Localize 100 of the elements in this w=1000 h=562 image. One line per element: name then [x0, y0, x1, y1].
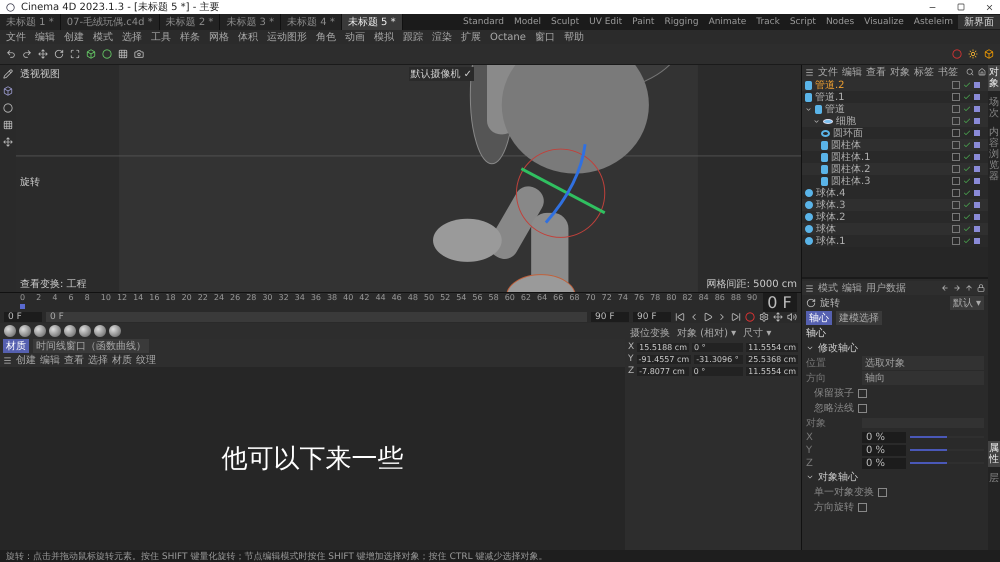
menu-item[interactable]: 编辑 [35, 30, 55, 44]
object-name[interactable]: 球体.2 [816, 210, 949, 224]
object-name[interactable]: 球体.1 [816, 234, 949, 248]
menu-item[interactable]: 查看 [64, 353, 84, 367]
group-title[interactable]: 对象轴心 [818, 470, 858, 484]
menu-item[interactable]: 样条 [180, 30, 200, 44]
value-field[interactable]: 0 % [862, 444, 906, 456]
rotation-field[interactable]: 0 ° [692, 366, 744, 376]
document-tab[interactable]: 未标题 3 * [220, 14, 282, 30]
rotation-field[interactable]: -31.3096 ° [694, 354, 744, 364]
menu-item[interactable]: 编辑 [40, 353, 60, 367]
menu-item[interactable]: 帮助 [564, 30, 584, 44]
menu-item[interactable]: 选择 [88, 353, 108, 367]
side-tab[interactable]: 对象 [988, 65, 1000, 91]
menu-item[interactable]: 渲染 [432, 30, 452, 44]
preset-dropdown[interactable]: 默认 ▾ [950, 296, 984, 310]
menu-item[interactable]: 对象 [890, 65, 910, 79]
menu-item[interactable]: 选择 [122, 30, 142, 44]
field-label: 方向旋转 [814, 500, 854, 514]
start-frame-field[interactable]: 0 F [4, 312, 42, 322]
coordinate-mode-dropdown[interactable]: 尺寸 ▾ [741, 326, 774, 340]
object-name[interactable]: 圆环面 [833, 126, 949, 140]
menu-item[interactable]: 标签 [914, 65, 934, 79]
menu-item[interactable]: 材质 [112, 353, 132, 367]
document-tab[interactable]: 07-毛绒玩偶.c4d * [60, 14, 160, 30]
menu-item[interactable]: 运动图形 [267, 30, 307, 44]
value-field[interactable]: 0 % [862, 458, 906, 468]
group-title[interactable]: 修改轴心 [818, 341, 858, 355]
layout-tab[interactable]: Rigging [659, 17, 704, 27]
layout-tab[interactable]: Visualize [859, 17, 909, 27]
frame-number: 6 [68, 293, 75, 302]
value-field[interactable]: 0 % [862, 432, 906, 442]
size-field[interactable]: 11.5554 cm [746, 366, 798, 376]
menu-item[interactable]: 查看 [866, 65, 886, 79]
axis-label: X [628, 342, 634, 352]
layout-tab[interactable]: Animate [704, 17, 752, 27]
panel-tab[interactable]: 时间线窗口（函数曲线） [33, 339, 149, 353]
coordinate-mode-dropdown[interactable]: 对象 (相对) ▾ [675, 326, 738, 340]
side-tab[interactable]: 场次 [988, 95, 1000, 121]
menu-item[interactable]: 创建 [16, 353, 36, 367]
object-name[interactable]: 管道.1 [815, 90, 949, 104]
menu-item[interactable]: 创建 [64, 30, 84, 44]
dropdown-field[interactable]: 轴向 [862, 371, 984, 385]
camera-label[interactable]: 默认摄像机 ✓ [408, 67, 474, 81]
menu-item[interactable]: 体积 [238, 30, 258, 44]
document-tab[interactable]: 未标题 4 * [281, 14, 342, 30]
layout-tab[interactable]: Model [508, 17, 546, 27]
size-field[interactable]: 25.5368 cm [746, 354, 798, 364]
layout-tab[interactable]: UV Edit [584, 17, 628, 27]
document-tab[interactable]: 未标题 2 * [160, 14, 220, 30]
menu-item[interactable]: 编辑 [842, 281, 862, 295]
size-field[interactable]: 11.5554 cm [746, 342, 798, 352]
end-frame-field[interactable]: 90 F [633, 312, 671, 322]
menu-item[interactable]: 动画 [345, 30, 365, 44]
layout-tab[interactable]: Asteleim [908, 17, 958, 27]
menu-item[interactable]: 网格 [209, 30, 229, 44]
menu-item[interactable]: 模拟 [374, 30, 394, 44]
menu-item[interactable]: 模式 [93, 30, 113, 44]
range-bar[interactable]: 0 F [46, 312, 587, 322]
object-name[interactable]: 圆柱体.1 [831, 150, 949, 164]
object-name[interactable]: 球体.4 [816, 186, 949, 200]
layout-tab[interactable]: Nodes [820, 17, 860, 27]
menu-item[interactable]: 文件 [6, 30, 26, 44]
position-field[interactable]: -7.8077 cm [637, 366, 689, 376]
object-name[interactable]: 圆柱体.3 [831, 174, 949, 188]
menu-item[interactable]: 文件 [818, 65, 838, 79]
rotation-field[interactable]: 0 ° [692, 342, 744, 352]
menu-item[interactable]: 用户数据 [866, 281, 906, 295]
layout-tab[interactable]: Standard [458, 17, 509, 27]
document-tab[interactable]: 未标题 5 * [342, 14, 403, 30]
attribute-tab[interactable]: 建模选择 [836, 311, 882, 325]
dropdown-field[interactable]: 选取对象 [862, 356, 984, 370]
attribute-tab[interactable]: 轴心 [806, 311, 832, 325]
menu-item[interactable]: 角色 [316, 30, 336, 44]
range-end-field[interactable]: 90 F [591, 312, 629, 322]
menu-item[interactable]: 窗口 [534, 30, 555, 44]
position-field[interactable]: -91.4557 cm [636, 354, 692, 364]
coordinate-mode-dropdown[interactable]: 摄位变换 [628, 326, 672, 340]
side-tab[interactable]: 属性 [988, 441, 1000, 467]
frame-number: 74 [618, 293, 629, 302]
position-field[interactable]: 15.5188 cm [637, 342, 689, 352]
current-frame-field[interactable]: 0 F [763, 293, 798, 312]
menu-item[interactable]: 书签 [938, 65, 958, 79]
side-tab[interactable]: 内容浏览器 [988, 125, 1000, 184]
menu-item[interactable]: 纹理 [136, 353, 156, 367]
menu-item[interactable]: Octane [490, 32, 526, 42]
new-layout-button[interactable]: 新界面 [958, 15, 1000, 29]
panel-tab[interactable]: 材质 [3, 339, 29, 353]
layout-tab[interactable]: Script [784, 17, 821, 27]
field-label: 保留孩子 [814, 386, 854, 400]
menu-item[interactable]: 扩展 [461, 30, 481, 44]
menu-item[interactable]: 跟踪 [403, 30, 423, 44]
layout-tab[interactable]: Sculpt [546, 17, 584, 27]
document-tab[interactable]: 未标题 1 * [0, 14, 61, 30]
layout-tab[interactable]: Track [751, 17, 785, 27]
menu-item[interactable]: 模式 [818, 281, 838, 295]
menu-item[interactable]: 编辑 [842, 65, 862, 79]
layout-tab[interactable]: Paint [627, 17, 660, 27]
menu-item[interactable]: 工具 [151, 30, 171, 44]
side-tab[interactable]: 层 [988, 471, 1000, 486]
